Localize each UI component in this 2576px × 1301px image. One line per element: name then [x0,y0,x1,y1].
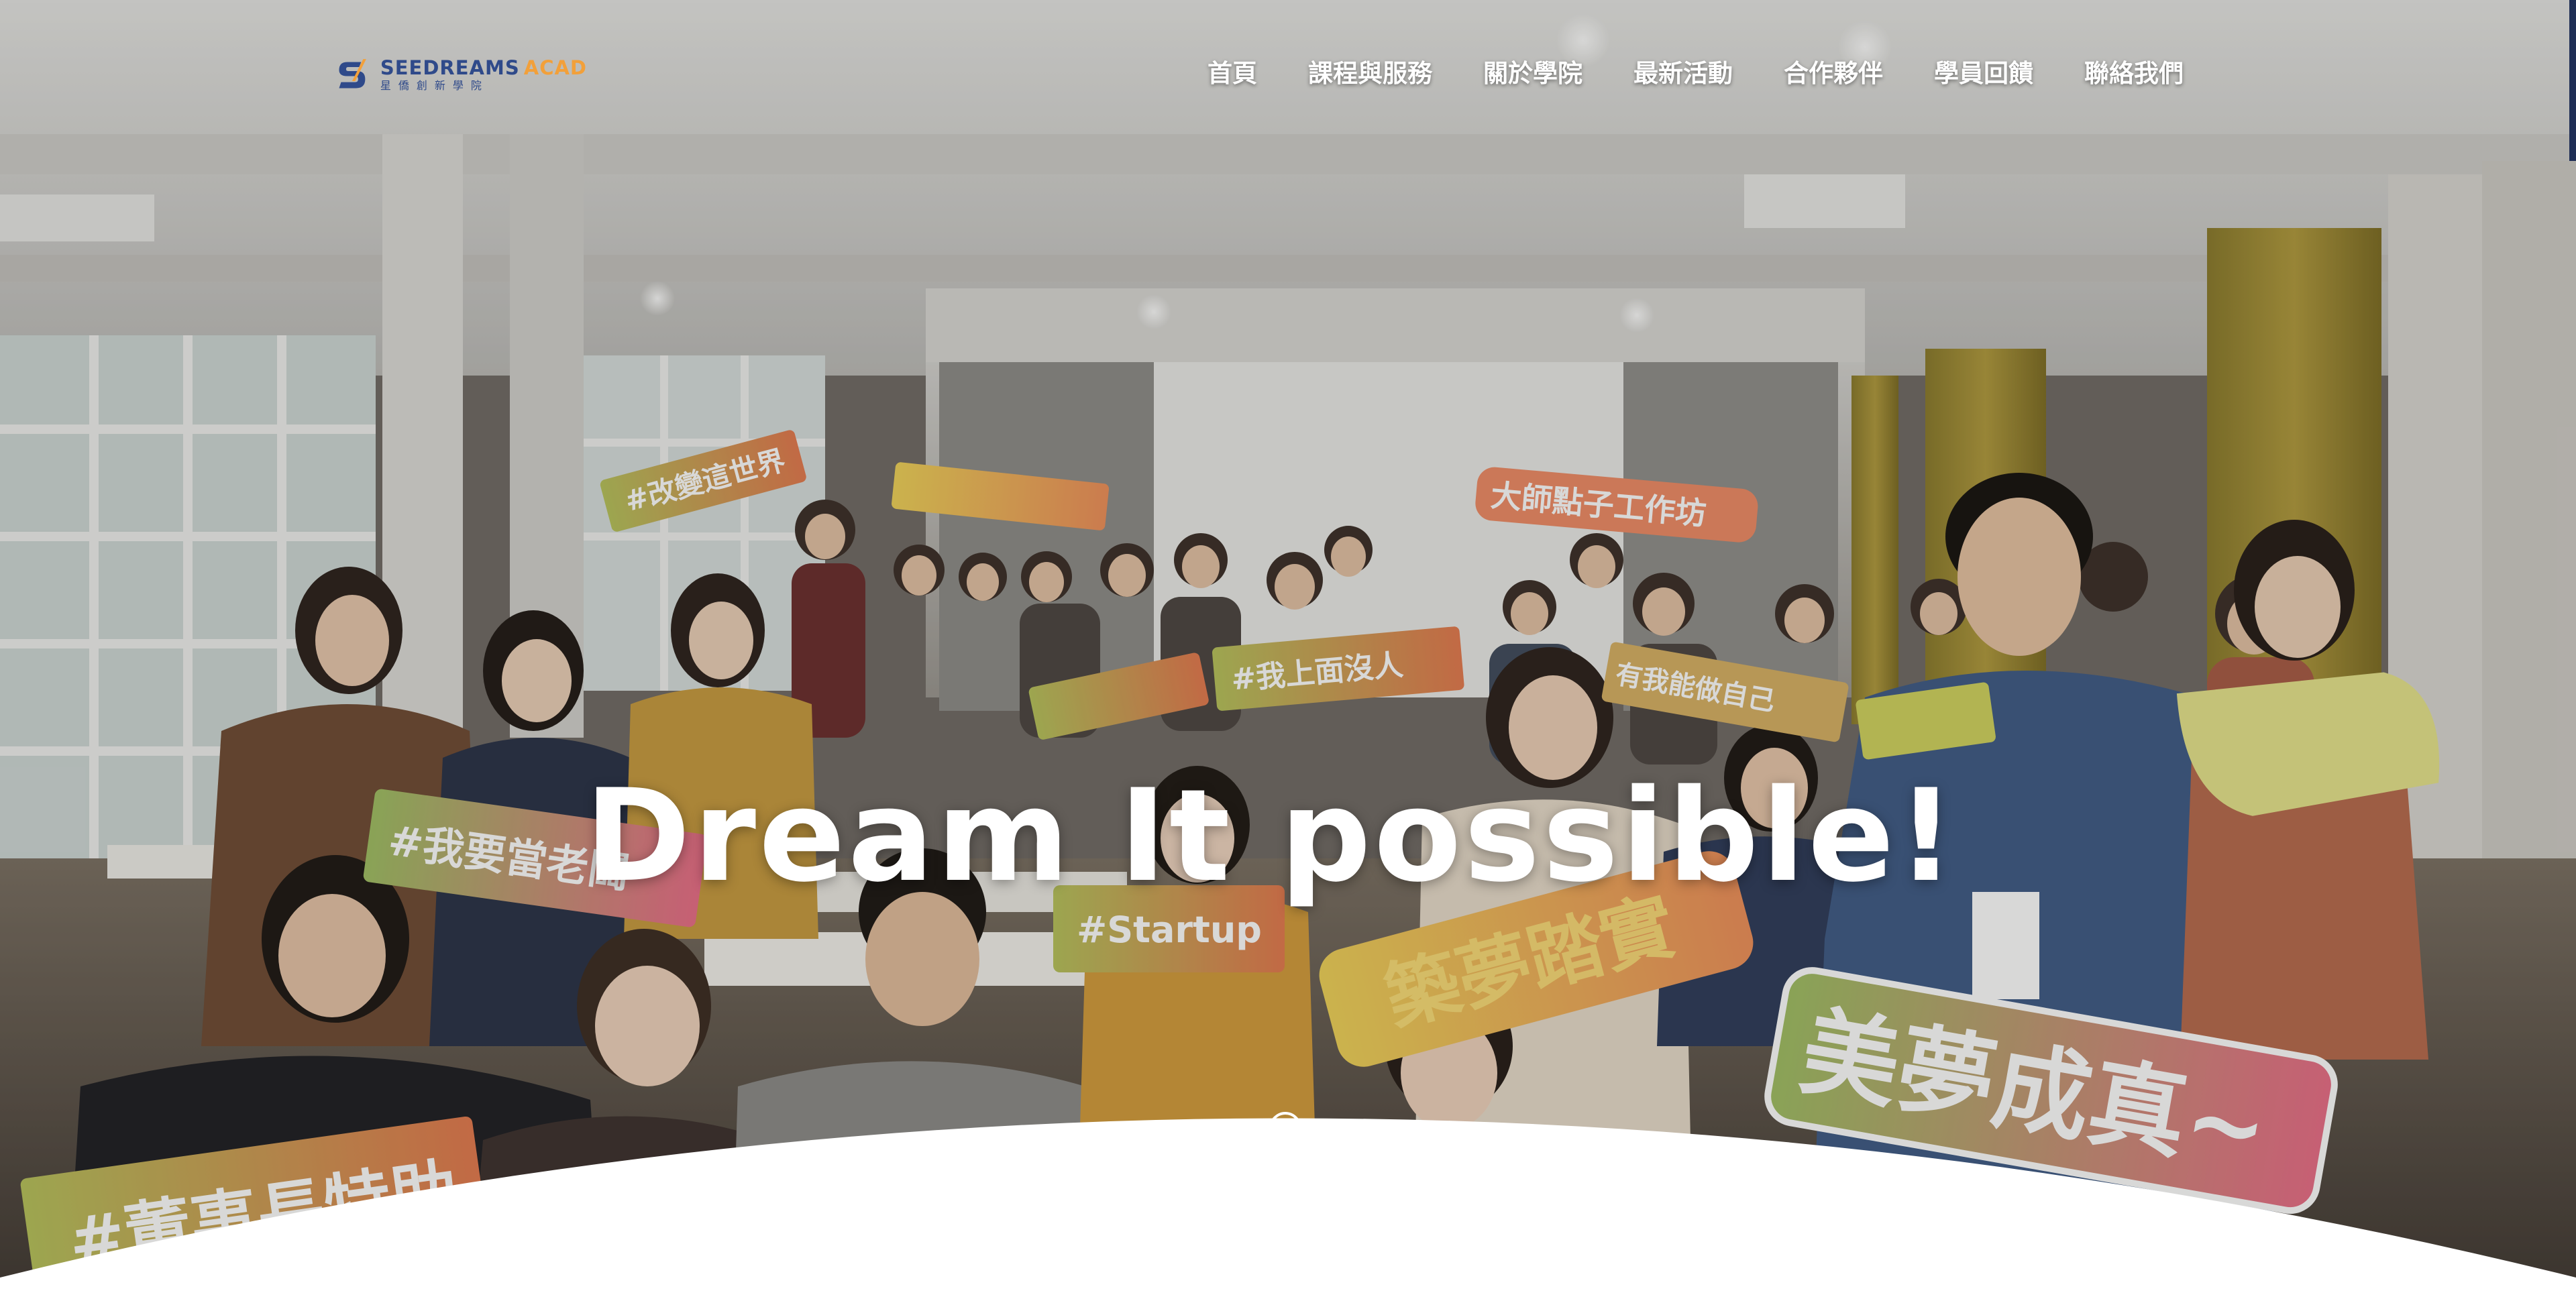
hero-overlay [0,0,2576,1301]
nav-item-news[interactable]: 最新活動 [1633,54,1733,94]
nav-item-home[interactable]: 首頁 [1208,54,1257,94]
hero-title: Dream It possible! [584,762,1958,911]
logo-chinese-name: 星僑創新學院 [380,79,489,92]
nav-item-partners[interactable]: 合作夥伴 [1784,54,1883,94]
logo-brand-text: SEEDREAMS [380,56,520,79]
seedreams-s-logo-icon [339,59,366,89]
nav-item-about[interactable]: 關於學院 [1483,54,1582,94]
page-scrollbar[interactable] [2569,0,2576,161]
hero-section: #改變這世界 大師點子工作坊 #我上面沒人 有我能做自己 #我要當老闆 #Sta… [0,0,2576,1301]
site-logo[interactable]: SEEDREAMS ACAD 星僑創新學院 [332,48,587,102]
nav-item-testimonials[interactable]: 學員回饋 [1934,54,2033,94]
nav-item-contact[interactable]: 聯絡我們 [2084,54,2184,94]
site-header: SEEDREAMS ACAD 星僑創新學院 首頁 課程與服務 關於學院 最新活動 … [0,0,2576,148]
logo-acad-text: ACAD [523,56,587,79]
nav-item-courses-services[interactable]: 課程與服務 [1308,54,1432,94]
main-nav: 首頁 課程與服務 關於學院 最新活動 合作夥伴 學員回饋 聯絡我們 [1208,54,2184,94]
mouse-scroll-icon[interactable] [1268,1111,1303,1164]
